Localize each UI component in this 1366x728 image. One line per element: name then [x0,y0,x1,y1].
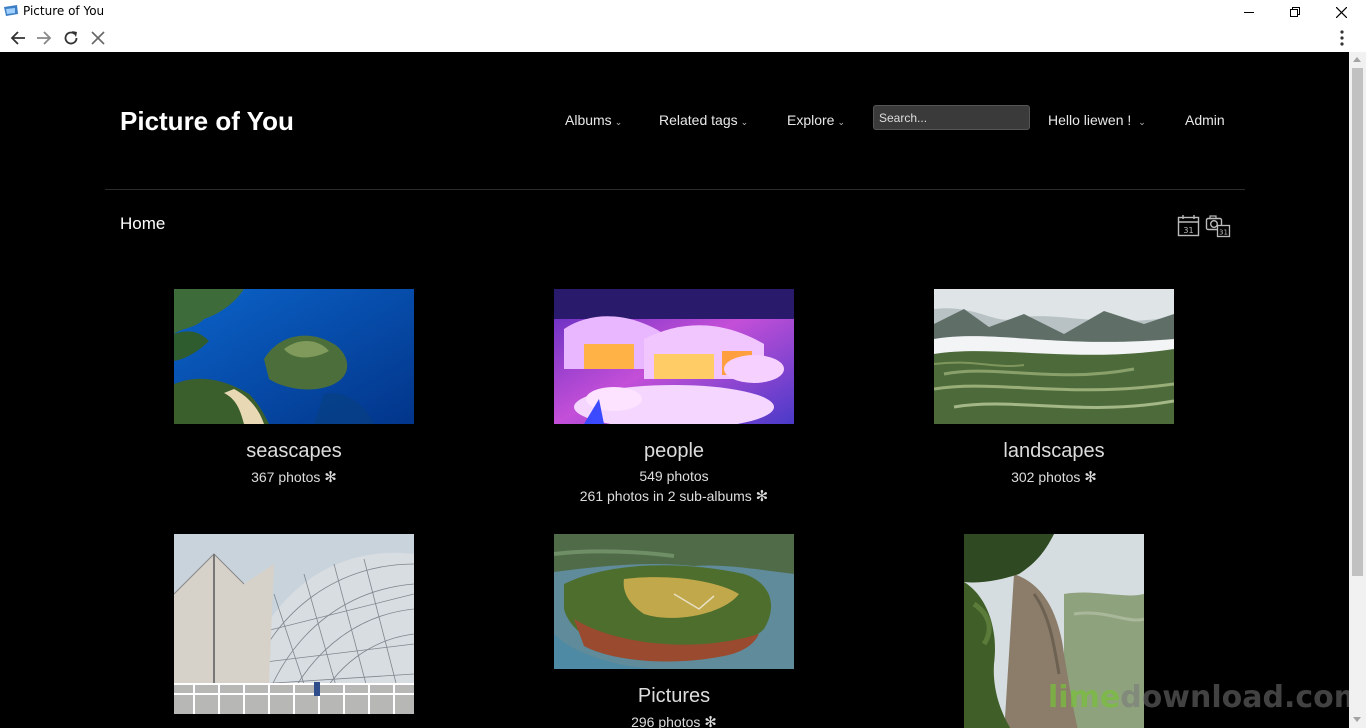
album-title[interactable]: landscapes [864,440,1244,463]
minimize-button[interactable] [1226,0,1272,24]
calendar-day-label: 31 [1183,226,1193,235]
arrow-right-icon [37,31,52,45]
menu-explore[interactable]: Explore ⌄ [787,112,845,128]
title-bar: Picture of You [0,0,1366,24]
menu-user[interactable]: Hello liewen ! ⌄ [1048,112,1146,128]
page-content: Picture of You Albums ⌄ Related tags ⌄ Exp… [0,52,1349,728]
camera-calendar-icon[interactable]: 31 [1205,212,1231,238]
album-photo-count: 302 photos ✻ [864,468,1244,486]
browser-menu-button[interactable] [1330,26,1354,50]
stop-icon [91,31,105,45]
album-photo-count-text: 549 photos [639,468,709,484]
album-card-pictures[interactable]: Pictures 296 photos ✻ [484,534,864,728]
header-divider [105,189,1245,190]
watermark-logo: limedownload.com [1048,680,1349,715]
album-photo-count: 367 photos ✻ [104,468,484,486]
recent-marker-icon: ✻ [704,714,717,728]
album-photo-count: 549 photos [484,468,864,484]
album-photo-count: 296 photos ✻ [484,713,864,728]
album-thumbnail[interactable] [174,534,414,714]
menu-admin[interactable]: Admin [1185,112,1225,128]
page-scrollbar[interactable] [1349,52,1366,728]
menu-user-label: Hello liewen ! [1048,112,1132,128]
restore-icon [1290,7,1300,17]
menu-related-tags[interactable]: Related tags ⌄ [659,112,748,128]
stop-button[interactable] [86,26,110,50]
album-title[interactable]: Pictures [484,685,864,708]
album-subalbum-count: 261 photos in 2 sub-albums ✻ [484,487,864,505]
menu-explore-label: Explore [787,112,835,128]
recent-marker-icon: ✻ [324,469,337,486]
kebab-menu-icon [1340,30,1344,46]
restore-button[interactable] [1272,0,1318,24]
album-card-people[interactable]: people 549 photos 261 photos in 2 sub-al… [484,289,864,505]
menu-albums-label: Albums [565,112,612,128]
site-title[interactable]: Picture of You [120,106,294,137]
album-subalbum-count-text: 261 photos in 2 sub-albums [579,488,752,504]
album-title[interactable]: seascapes [104,440,484,463]
close-icon [1335,6,1347,18]
recent-marker-icon: ✻ [755,488,769,505]
watermark-rest: download.com [1120,680,1349,715]
reload-icon [64,31,78,45]
album-card-landscapes[interactable]: landscapes 302 photos ✻ [864,289,1244,486]
browser-chrome: Picture of You [0,0,1366,52]
chevron-down-icon: ⌄ [1138,117,1146,127]
scrollbar-thumb[interactable] [1352,68,1363,576]
close-window-button[interactable] [1318,0,1364,24]
breadcrumb-home[interactable]: Home [120,214,165,234]
album-thumbnail[interactable] [554,289,794,424]
album-thumbnail[interactable] [934,289,1174,424]
album-title[interactable]: people [484,440,864,463]
forward-button[interactable] [32,26,56,50]
calendar-icon[interactable]: 31 [1176,212,1202,238]
menu-admin-label: Admin [1185,112,1225,128]
browser-toolbar [0,24,1366,52]
app-icon [4,5,18,16]
album-thumbnail[interactable] [174,289,414,424]
calendar-day-label: 31 [1219,229,1228,237]
album-photo-count-text: 296 photos [631,714,701,728]
chevron-down-icon: ⌄ [837,117,846,127]
minimize-icon [1244,12,1254,13]
reload-button[interactable] [59,26,83,50]
recent-marker-icon: ✻ [1084,469,1097,486]
back-button[interactable] [6,26,30,50]
album-thumbnail[interactable] [554,534,794,669]
arrow-left-icon [10,31,25,45]
album-photo-count-text: 367 photos [251,469,321,485]
window-title: Picture of You [23,4,105,18]
scroll-up-arrow-icon[interactable] [1353,57,1361,62]
menu-related-tags-label: Related tags [659,112,738,128]
chevron-down-icon: ⌄ [614,117,623,127]
album-card-seascapes[interactable]: seascapes 367 photos ✻ [104,289,484,486]
watermark-lime: lime [1048,680,1121,715]
album-card-4[interactable] [104,534,484,728]
album-photo-count-text: 302 photos [1011,469,1081,485]
menu-albums[interactable]: Albums ⌄ [565,112,622,128]
search-input[interactable] [873,105,1030,130]
scroll-down-arrow-icon[interactable] [1353,717,1361,722]
chevron-down-icon: ⌄ [740,117,749,127]
